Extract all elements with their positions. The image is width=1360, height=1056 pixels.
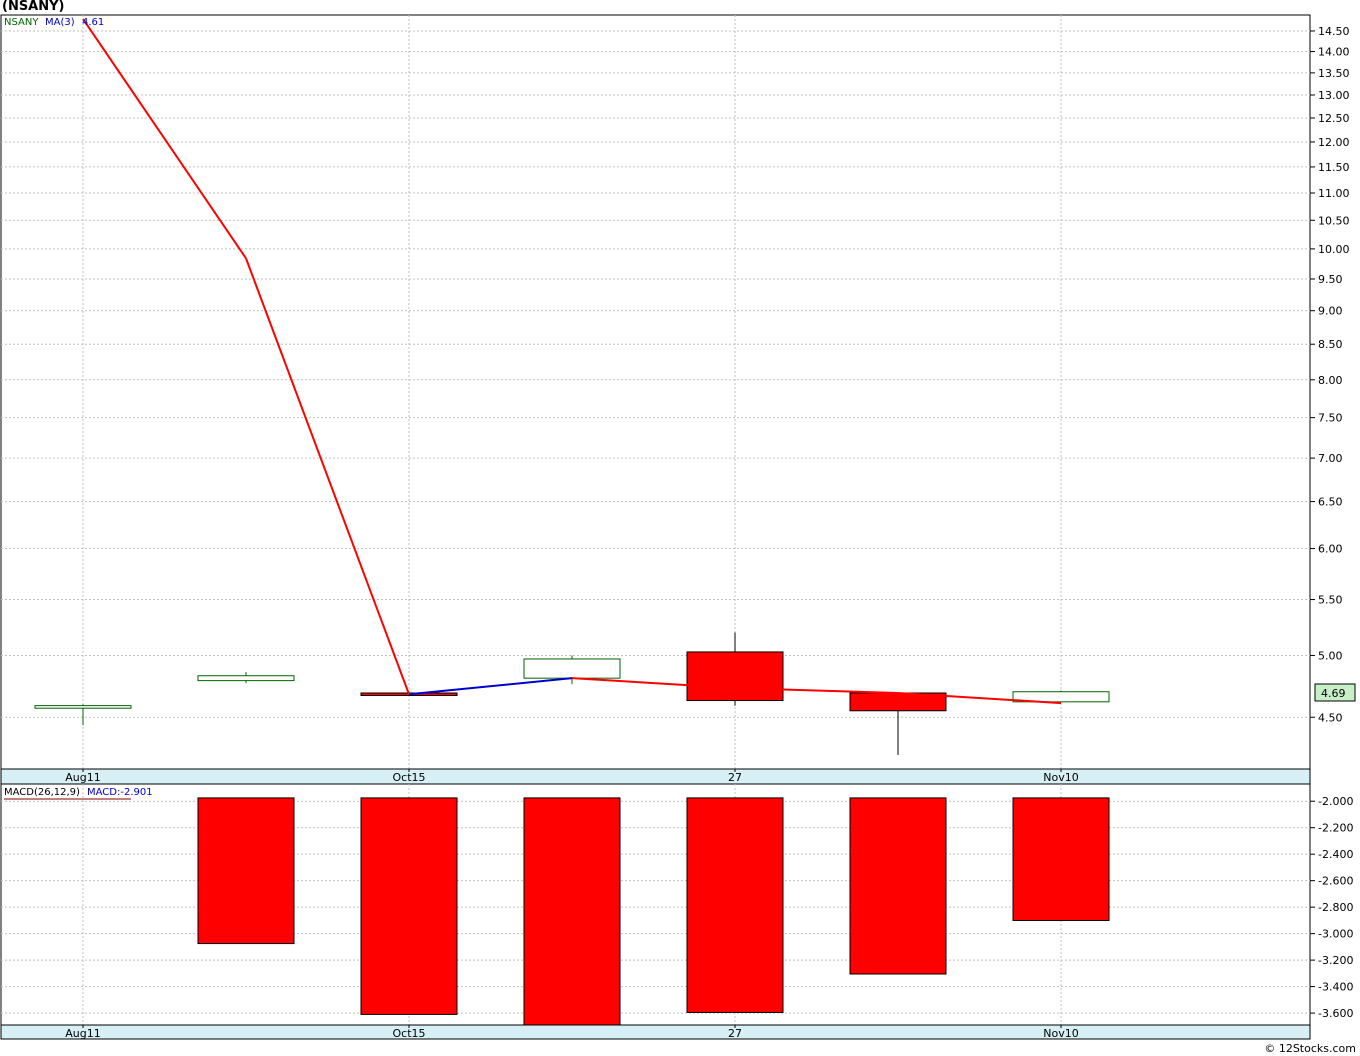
price-y-tick-label: 8.50 [1318,338,1343,351]
price-legend-ma-label: MA(3) [45,17,75,28]
macd-legend-value: MACD:-2.901 [87,787,153,798]
price-y-tick-label: 4.50 [1318,711,1343,724]
price-y-tick-label: 6.00 [1318,543,1343,556]
macd-y-tick-label: -3.000 [1318,928,1353,941]
macd-y-tick-label: -2.400 [1318,848,1353,861]
macd-y-tick-label: -2.000 [1318,795,1353,808]
macd-bar [1012,797,1110,922]
price-y-tick-label: 9.50 [1318,273,1343,286]
price-legend-symbol: NSANY [4,17,39,28]
price-date-label: 27 [728,771,742,784]
macd-date-label: Nov10 [1043,1027,1078,1040]
price-date-label: Aug11 [65,771,100,784]
macd-y-tick-label: -2.200 [1318,822,1353,835]
price-y-tick-label: 7.00 [1318,452,1343,465]
price-y-tick-label: 5.50 [1318,594,1343,607]
macd-y-tick-label: -2.600 [1318,875,1353,888]
price-y-tick-label: 9.00 [1318,305,1343,318]
price-y-tick-label: 10.00 [1318,243,1350,256]
price-y-tick-label: 14.00 [1318,46,1350,59]
macd-date-strip [0,1024,1311,1040]
price-y-tick-label: 11.50 [1318,161,1350,174]
price-y-tick-label: 12.00 [1318,136,1350,149]
price-y-tick-label: 6.50 [1318,496,1343,509]
price-date-label: Oct15 [392,771,425,784]
macd-bar [360,797,458,1015]
macd-legend-label: MACD(26,12,9) [4,787,80,798]
candle-up [34,705,132,709]
candle-down [686,651,784,702]
macd-bar [197,797,295,945]
macd-bar [849,797,947,975]
price-y-tick-label: 14.50 [1318,25,1350,38]
macd-date-label: Aug11 [65,1027,100,1040]
price-y-tick-label: 13.00 [1318,89,1350,102]
macd-bar [686,797,784,1013]
last-price-label: 4.69 [1321,687,1346,700]
macd-y-tick-label: -3.200 [1318,954,1353,967]
price-y-tick-label: 5.00 [1318,649,1343,662]
macd-y-tick-label: -3.400 [1318,981,1353,994]
price-date-label: Nov10 [1043,771,1078,784]
price-date-strip [0,768,1311,785]
macd-bar [523,797,621,1026]
price-y-tick-label: 8.00 [1318,374,1343,387]
macd-date-label: 27 [728,1027,742,1040]
macd-y-tick-label: -2.800 [1318,901,1353,914]
price-y-tick-label: 12.50 [1318,112,1350,125]
price-y-tick-label: 13.50 [1318,67,1350,80]
price-y-tick-label: 7.50 [1318,412,1343,425]
chart-svg: 4.50 5.00 5.50 6.00 6.50 7.00 7.50 8.00 8.50 9.00… [0,14,1356,1040]
price-legend-ma-value: 4.61 [82,17,104,28]
candle-up [523,658,621,679]
candle-up [197,675,295,682]
macd-date-label: Oct15 [392,1027,425,1040]
price-y-tick-label: 11.00 [1318,187,1350,200]
macd-panel-frame [0,783,1311,1026]
macd-y-tick-label: -3.600 [1318,1007,1353,1020]
price-y-tick-label: 10.50 [1318,214,1350,227]
